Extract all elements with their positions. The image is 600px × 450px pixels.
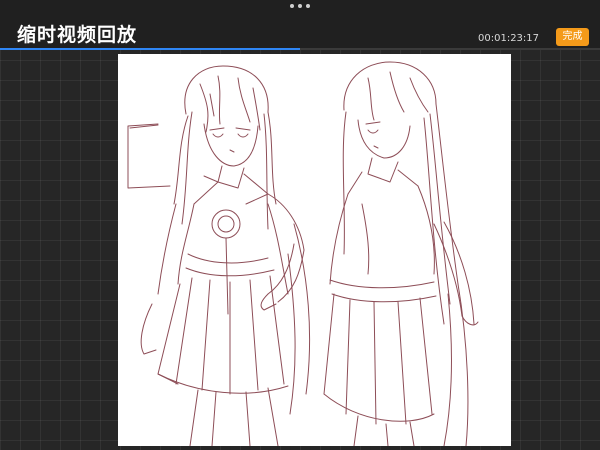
page-title: 缩时视频回放 xyxy=(17,24,138,46)
playback-timestamp: 00:01:23:17 xyxy=(478,33,540,44)
done-button[interactable]: 完成 xyxy=(556,28,589,46)
ellipsis-icon[interactable] xyxy=(290,3,310,9)
playback-header: 缩时视频回放 00:01:23:17 完成 xyxy=(0,0,600,50)
sketch-artwork xyxy=(127,61,479,446)
playback-progress-fill xyxy=(0,48,300,50)
artwork-canvas xyxy=(118,54,511,446)
playback-progress-track[interactable] xyxy=(0,48,600,50)
